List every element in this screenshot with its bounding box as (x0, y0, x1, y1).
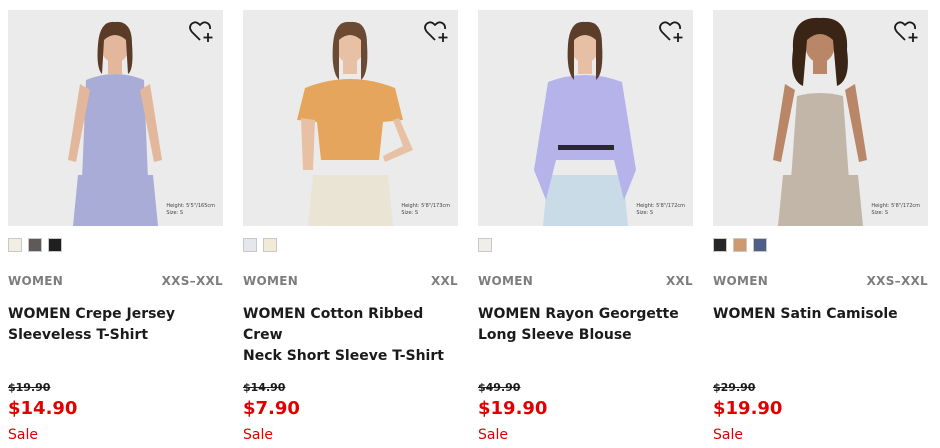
color-swatches (713, 238, 767, 254)
product-gender: WOMEN (713, 274, 769, 288)
product-grid: Height: 5'5"/165cm Size: S WOMEN XXS–XXL WOM… (0, 0, 940, 448)
product-name[interactable]: WOMEN Rayon Georgette Long Sleeve Blouse (478, 304, 693, 346)
model-garment (791, 93, 849, 180)
color-swatches (243, 238, 277, 254)
product-image[interactable]: Height: 5'8"/172cm Size: S (713, 10, 928, 226)
color-swatch[interactable] (243, 238, 257, 252)
product-gender: WOMEN (8, 274, 64, 288)
sale-price: $14.90 (8, 398, 78, 419)
product-name-line: WOMEN Crepe Jersey (8, 306, 176, 322)
product-size-range: XXS–XXL (161, 274, 223, 288)
model-pants (308, 175, 393, 226)
product-name[interactable]: WOMEN Cotton Ribbed Crew Neck Short Sleev… (243, 304, 458, 367)
product-name[interactable]: WOMEN Satin Camisole (713, 304, 928, 325)
product-image[interactable]: Height: 5'8"/173cm Size: S (243, 10, 458, 226)
color-swatch[interactable] (478, 238, 492, 252)
product-name[interactable]: WOMEN Crepe Jersey Sleeveless T-Shirt (8, 304, 223, 346)
product-name-line: WOMEN Rayon Georgette (478, 306, 679, 322)
original-price: $14.90 (243, 381, 286, 394)
color-swatch[interactable] (713, 238, 727, 252)
product-name-line: Neck Short Sleeve T-Shirt (243, 348, 444, 364)
product-name-line: Sleeveless T-Shirt (8, 327, 149, 343)
product-size-range: XXL (430, 274, 458, 288)
product-card[interactable]: Height: 5'8"/172cm Size: S WOMEN XXS–XXL WOM… (713, 10, 928, 448)
model-info-line: Height: 5'8"/173cm (401, 203, 450, 209)
original-price: $29.90 (713, 381, 756, 394)
product-card[interactable]: Height: 5'5"/165cm Size: S WOMEN XXS–XXL WOM… (8, 10, 223, 448)
model-info-line: Size: S (636, 210, 654, 216)
model-pants (543, 175, 628, 226)
model-belt (558, 145, 614, 150)
model-info-line: Height: 5'8"/172cm (636, 203, 685, 209)
product-image[interactable]: Height: 5'8"/172cm Size: S (478, 10, 693, 226)
model-info-line: Height: 5'5"/165cm (166, 203, 215, 209)
color-swatch[interactable] (733, 238, 747, 252)
model-info: Height: 5'5"/165cm Size: S (166, 203, 215, 217)
model-pants (778, 175, 863, 226)
color-swatch[interactable] (8, 238, 22, 252)
original-price: $19.90 (8, 381, 51, 394)
sale-flag: Sale (713, 427, 743, 443)
product-name-line: WOMEN Cotton Ribbed Crew (243, 306, 424, 343)
heart-plus-icon[interactable] (659, 20, 685, 44)
product-card[interactable]: Height: 5'8"/173cm Size: S WOMEN XXL WOMEN C… (243, 10, 458, 448)
model-info-line: Size: S (166, 210, 184, 216)
sale-price: $7.90 (243, 398, 300, 419)
original-price: $49.90 (478, 381, 521, 394)
model-info: Height: 5'8"/173cm Size: S (401, 203, 450, 217)
color-swatch[interactable] (753, 238, 767, 252)
color-swatch[interactable] (28, 238, 42, 252)
model-info-line: Size: S (871, 210, 889, 216)
model-info: Height: 5'8"/172cm Size: S (871, 203, 920, 217)
color-swatch[interactable] (263, 238, 277, 252)
product-gender: WOMEN (478, 274, 534, 288)
sale-price: $19.90 (478, 398, 548, 419)
model-info-line: Size: S (401, 210, 419, 216)
model-info: Height: 5'8"/172cm Size: S (636, 203, 685, 217)
heart-plus-icon[interactable] (189, 20, 215, 44)
product-image[interactable]: Height: 5'5"/165cm Size: S (8, 10, 223, 226)
color-swatches (8, 238, 62, 254)
sale-flag: Sale (243, 427, 273, 443)
product-name-line: WOMEN Satin Camisole (713, 306, 898, 322)
model-pants (73, 175, 158, 226)
model-garment (82, 74, 148, 180)
product-card[interactable]: Height: 5'8"/172cm Size: S WOMEN XXL WOMEN R… (478, 10, 693, 448)
sale-price: $19.90 (713, 398, 783, 419)
sale-flag: Sale (478, 427, 508, 443)
heart-plus-icon[interactable] (424, 20, 450, 44)
product-size-range: XXL (665, 274, 693, 288)
model-info-line: Height: 5'8"/172cm (871, 203, 920, 209)
heart-plus-icon[interactable] (894, 20, 920, 44)
color-swatch[interactable] (48, 238, 62, 252)
product-gender: WOMEN (243, 274, 299, 288)
sale-flag: Sale (8, 427, 38, 443)
product-name-line: Long Sleeve Blouse (478, 327, 632, 343)
product-size-range: XXS–XXL (866, 274, 928, 288)
color-swatches (478, 238, 492, 254)
